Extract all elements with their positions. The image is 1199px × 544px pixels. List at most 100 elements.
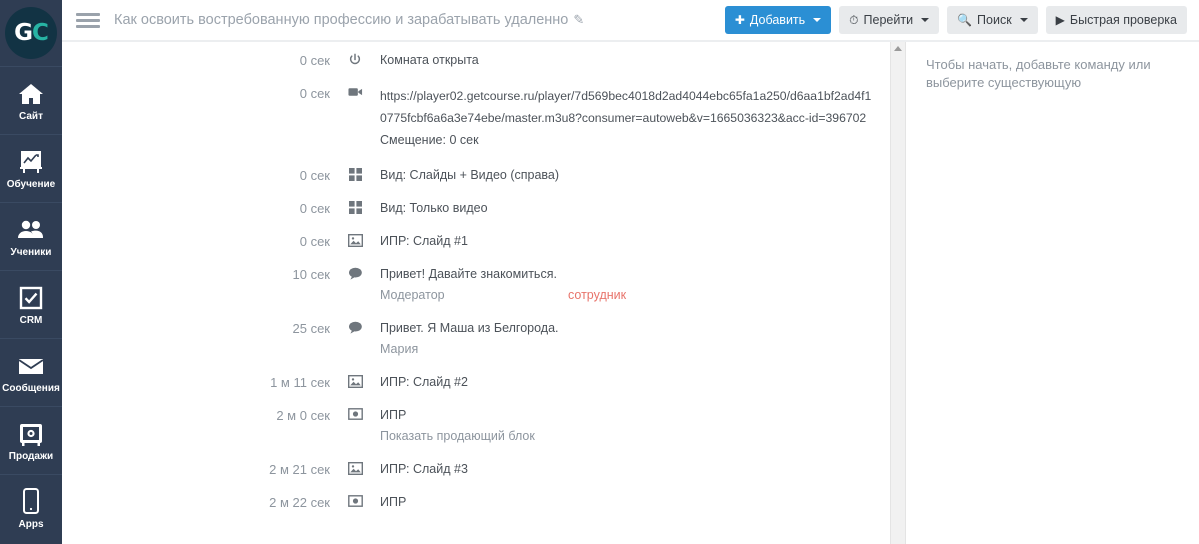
row-time: 0 сек (299, 168, 330, 183)
row-title: Вид: Только видео (380, 201, 488, 215)
row-time: 0 сек (299, 53, 330, 68)
sidebar-item-students[interactable]: Ученики (0, 202, 62, 270)
brand-logo[interactable]: GC (0, 0, 62, 66)
row-author: Мария (380, 342, 419, 356)
image-icon (330, 233, 380, 247)
row-url-line-1[interactable]: https://player02.getcourse.ru/player/7d5… (380, 85, 890, 107)
quick-check-button[interactable]: ▶ Быстрая проверка (1045, 6, 1187, 34)
row-main: ИПР Показать продающий блок (380, 407, 890, 445)
pencil-icon[interactable]: ✎ (573, 12, 584, 27)
scroll-up-arrow-icon[interactable] (894, 46, 902, 51)
row-main: Привет. Я Маша из Белгорода. Мария (380, 320, 890, 358)
hamburger-icon[interactable] (76, 10, 100, 31)
table-row[interactable]: 1 м 11 сек ИПР: Слайд #2 (62, 374, 890, 391)
row-time: 2 м 22 сек (269, 495, 330, 510)
search-icon: 🔍 (957, 13, 973, 27)
sidebar-item-learning[interactable]: Обучение (0, 134, 62, 202)
home-icon (17, 79, 45, 109)
table-row[interactable]: 25 сек Привет. Я Маша из Белгорода. Мари… (62, 320, 890, 358)
sidebar-item-label: Обучение (6, 179, 56, 190)
sidebar-item-crm[interactable]: CRM (0, 270, 62, 338)
row-url-line-2[interactable]: 0775fcbf6a6a3e74ebe/master.m3u8?consumer… (380, 107, 890, 129)
row-time: 10 сек (292, 267, 331, 282)
vertical-scrollbar[interactable] (890, 42, 906, 544)
checkbox-icon (18, 283, 44, 313)
row-title: ИПР (380, 495, 407, 509)
table-row[interactable]: 0 сек Комната открыта (62, 52, 890, 69)
sidebar-item-label: Сообщения (2, 383, 60, 394)
sidebar-item-label: CRM (19, 315, 43, 326)
header-actions: ✚ Добавить ⏱ Перейти 🔍 Поиск ▶ Быстрая п… (724, 6, 1187, 34)
row-title: ИПР (380, 408, 407, 422)
table-row[interactable]: 0 сек ИПР: Слайд #1 (62, 233, 890, 250)
row-main: ИПР (380, 494, 890, 511)
row-main: Привет! Давайте знакомиться. Модератор с… (380, 266, 890, 304)
status-badge: сотрудник (568, 288, 627, 302)
row-main: ИПР: Слайд #2 (380, 374, 890, 391)
row-time: 2 м 0 сек (276, 408, 330, 423)
timeline-rows: 0 сек Комната открыта 0 сек https://play… (62, 42, 890, 511)
easel-chart-icon (17, 147, 45, 177)
top-header: Как освоить востребованную профессию и з… (62, 0, 1199, 42)
sidebar-item-label: Сайт (19, 111, 43, 122)
page-title: Как освоить востребованную профессию и з… (114, 12, 725, 28)
row-title: ИПР: Слайд #2 (380, 375, 468, 389)
sidebar-item-sales[interactable]: Продажи (0, 406, 62, 474)
row-main: Вид: Слайды + Видео (справа) (380, 167, 890, 184)
row-note: Показать продающий блок (380, 428, 890, 445)
commands-empty-hint: Чтобы начать, добавьте команду или выбер… (926, 57, 1151, 90)
table-row[interactable]: 0 сек Вид: Только видео (62, 200, 890, 217)
search-button[interactable]: 🔍 Поиск (947, 6, 1038, 34)
table-row[interactable]: 0 сек https://player02.getcourse.ru/play… (62, 85, 890, 151)
table-row[interactable]: 2 м 0 сек ИПР Показать продающий блок (62, 407, 890, 445)
money-icon (330, 407, 380, 420)
commands-panel: Чтобы начать, добавьте команду или выбер… (906, 42, 1199, 544)
chevron-down-icon (921, 18, 930, 22)
chevron-down-icon (1019, 18, 1028, 22)
phone-icon (21, 487, 41, 517)
content-area: Как освоить востребованную профессию и з… (62, 0, 1199, 544)
safe-icon (17, 419, 45, 449)
row-main: Вид: Только видео (380, 200, 890, 217)
chat-bubble-icon (330, 266, 380, 280)
sidebar-item-apps[interactable]: Apps (0, 474, 62, 542)
clock-icon: ⏱ (849, 13, 859, 27)
row-main: https://player02.getcourse.ru/player/7d5… (380, 85, 890, 151)
image-icon (330, 461, 380, 475)
image-icon (330, 374, 380, 388)
envelope-icon (16, 351, 46, 381)
main-body: 0 сек Комната открыта 0 сек https://play… (62, 42, 1199, 544)
sidebar-item-messages[interactable]: Сообщения (0, 338, 62, 406)
row-time: 0 сек (299, 234, 330, 249)
row-time: 0 сек (299, 201, 330, 216)
row-main: ИПР: Слайд #3 (380, 461, 890, 478)
table-row[interactable]: 2 м 21 сек ИПР: Слайд #3 (62, 461, 890, 478)
row-meta: Модератор сотрудник (380, 287, 890, 304)
table-row[interactable]: 0 сек Вид: Слайды + Видео (справа) (62, 167, 890, 184)
goto-button[interactable]: ⏱ Перейти (839, 6, 940, 34)
row-title: ИПР: Слайд #1 (380, 234, 468, 248)
money-icon (330, 494, 380, 507)
row-title: ИПР: Слайд #3 (380, 462, 468, 476)
row-title: Привет. Я Маша из Белгорода. (380, 321, 559, 335)
row-time: 25 сек (292, 321, 331, 336)
power-icon (330, 52, 380, 67)
row-author: Модератор (380, 288, 445, 302)
grid-icon (330, 167, 380, 181)
sidebar-item-label: Продажи (8, 451, 54, 462)
table-row[interactable]: 10 сек Привет! Давайте знакомиться. Моде… (62, 266, 890, 304)
row-time: 0 сек (299, 86, 330, 101)
table-row[interactable]: 2 м 22 сек ИПР (62, 494, 890, 511)
row-title: Комната открыта (380, 53, 479, 67)
people-icon (16, 215, 46, 245)
row-title: Вид: Слайды + Видео (справа) (380, 168, 560, 182)
sidebar-item-site[interactable]: Сайт (0, 66, 62, 134)
search-button-label: Поиск (977, 13, 1012, 27)
row-offset: Смещение: 0 сек (380, 133, 479, 147)
page-title-text: Как освоить востребованную профессию и з… (114, 12, 569, 28)
video-camera-icon (330, 85, 380, 98)
add-button[interactable]: ✚ Добавить (724, 6, 832, 34)
grid-icon (330, 200, 380, 214)
quick-check-button-label: Быстрая проверка (1069, 13, 1177, 27)
timeline-pane: 0 сек Комната открыта 0 сек https://play… (62, 42, 890, 544)
